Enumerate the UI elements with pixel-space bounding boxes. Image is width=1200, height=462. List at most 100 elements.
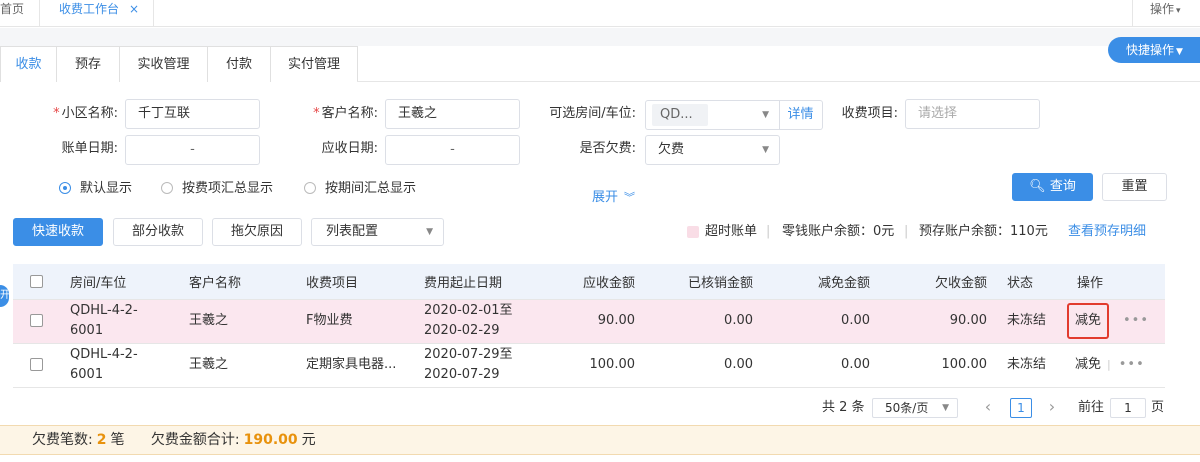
arrears-count: 2	[96, 432, 107, 448]
written-off-cell: 0.00	[645, 343, 763, 388]
radio-dot	[161, 182, 173, 194]
change-balance: 零钱账户余额：0元	[782, 224, 895, 239]
column-header: 客户名称	[179, 264, 296, 300]
discount-button[interactable]: 减免	[1075, 313, 1101, 328]
arrears-label: 是否欠费:	[579, 141, 636, 156]
status-cell: 未冻结	[997, 343, 1067, 388]
arrears-summary-bar: 欠费笔数: 2 笔 欠费金额合计: 190.00 元	[0, 425, 1200, 455]
arrears-count-unit: 笔	[110, 432, 125, 448]
bill-date-label: 账单日期:	[61, 141, 118, 156]
operations-dropdown[interactable]: 操作 ▾	[1132, 0, 1200, 27]
tab-fee-workbench[interactable]: 收费工作台 ×	[40, 0, 154, 27]
prestore-balance: 预存账户余额：110元	[919, 224, 1048, 239]
select-all-checkbox[interactable]	[13, 264, 60, 300]
column-header: 减免金额	[763, 264, 880, 300]
prev-page-icon[interactable]: ‹	[976, 398, 1000, 418]
tab-prestore[interactable]: 预存	[56, 46, 120, 82]
tab-home[interactable]: 首页	[0, 0, 40, 27]
next-page-icon[interactable]: ›	[1040, 398, 1064, 418]
column-header: 操作	[1067, 264, 1165, 300]
column-header: 已核销金额	[645, 264, 763, 300]
total-count: 共 2 条	[822, 400, 865, 415]
column-header: 收费项目	[296, 264, 414, 300]
discount-cell: 0.00	[763, 299, 880, 344]
arrears-select[interactable]: 欠费 ▼	[645, 135, 780, 165]
receivable-cell: 90.00	[537, 299, 645, 344]
tab-payment[interactable]: 付款	[207, 46, 271, 82]
period-cell: 2020-07-29至2020-07-29	[414, 343, 537, 388]
radio-dot	[59, 182, 71, 194]
customer-input[interactable]: 王羲之	[385, 99, 520, 129]
room-tag: QD...	[652, 104, 708, 126]
period-cell: 2020-02-01至2020-02-29	[414, 299, 537, 344]
goto-page-input[interactable]: 1	[1110, 398, 1146, 418]
column-config-select[interactable]: 列表配置 ▼	[311, 218, 444, 246]
table-row[interactable]: QDHL-4-2-6001 王羲之 F物业费 2020-02-01至2020-0…	[13, 299, 1165, 344]
bill-date-range[interactable]: -	[125, 135, 260, 165]
community-label: * 小区名称:	[53, 106, 118, 121]
radio-dot	[304, 182, 316, 194]
tab-receipt-management[interactable]: 实收管理	[119, 46, 208, 82]
side-expand-tab[interactable]: 开	[0, 285, 9, 307]
quick-operations-button[interactable]: 快捷操作 ▼	[1108, 37, 1200, 63]
radio-default-display[interactable]: 默认显示	[59, 180, 132, 198]
radio-by-period[interactable]: 按期间汇总显示	[304, 180, 416, 198]
operations-cell: 减免 | •••	[1067, 343, 1165, 388]
customer-cell: 王羲之	[179, 343, 296, 388]
arrears-reason-button[interactable]: 拖欠原因	[212, 218, 302, 246]
more-icon[interactable]: •••	[1123, 313, 1149, 328]
row-checkbox[interactable]	[13, 299, 60, 344]
page-1-button[interactable]: 1	[1010, 398, 1032, 418]
arrears-amount: 190.00	[243, 432, 298, 448]
divider: |	[1107, 358, 1111, 371]
view-prestore-link[interactable]: 查看预存明细	[1068, 224, 1146, 240]
column-header: 状态	[997, 264, 1067, 300]
community-input[interactable]: 千丁互联	[125, 99, 260, 129]
table-row[interactable]: QDHL-4-2-6001 王羲之 定期家具电器... 2020-07-29至2…	[13, 343, 1165, 388]
partial-collect-button[interactable]: 部分收款	[113, 218, 203, 246]
due-date-label: 应收日期:	[321, 141, 378, 156]
caret-down-icon: ▼	[762, 145, 769, 155]
caret-down-icon: ▼	[762, 110, 769, 120]
quick-operations-label: 快捷操作	[1126, 43, 1175, 57]
written-off-cell: 0.00	[645, 299, 763, 344]
room-link[interactable]: QDHL-4-2-6001	[60, 299, 179, 344]
query-button[interactable]: 🔍︎ 查询	[1012, 173, 1093, 201]
due-date-range[interactable]: -	[385, 135, 520, 165]
arrears-amount-label: 欠费金额合计:	[150, 432, 240, 448]
detail-button[interactable]: 详情	[779, 100, 823, 130]
radio-by-fee-item[interactable]: 按费项汇总显示	[161, 180, 273, 198]
customer-cell: 王羲之	[179, 299, 296, 344]
fee-item-select[interactable]: 请选择	[905, 99, 1040, 129]
operations-label: 操作	[1150, 2, 1175, 16]
column-header: 房间/车位	[60, 264, 179, 300]
room-select[interactable]: QD... ▼	[645, 100, 780, 130]
header-spacer	[0, 28, 1200, 46]
caret-down-icon: ▼	[942, 403, 949, 413]
search-icon: 🔍︎	[1029, 179, 1046, 194]
overtime-legend-swatch	[687, 226, 699, 238]
page-unit-label: 页	[1151, 400, 1165, 415]
row-checkbox[interactable]	[13, 343, 60, 388]
reset-button[interactable]: 重置	[1102, 173, 1167, 201]
close-icon[interactable]: ×	[129, 0, 139, 18]
discount-button[interactable]: 减免	[1075, 357, 1101, 372]
quick-collect-button[interactable]: 快速收款	[13, 218, 103, 246]
caret-down-icon: ▼	[426, 227, 433, 237]
expand-toggle[interactable]: 展开 ︾	[592, 186, 635, 205]
discount-cell: 0.00	[763, 343, 880, 388]
tab-payment-management[interactable]: 实付管理	[270, 46, 358, 82]
table-header-row: 房间/车位 客户名称 收费项目 费用起止日期 应收金额 已核销金额 减免金额 欠…	[13, 264, 1165, 300]
overtime-legend-label: 超时账单	[705, 224, 758, 239]
arrears-count-label: 欠费笔数:	[32, 432, 93, 448]
customer-label: * 客户名称:	[313, 106, 378, 121]
bill-table: 房间/车位 客户名称 收费项目 费用起止日期 应收金额 已核销金额 减免金额 欠…	[13, 264, 1165, 388]
more-icon[interactable]: •••	[1119, 357, 1145, 372]
owed-cell: 100.00	[880, 343, 997, 388]
tab-collect[interactable]: 收款	[0, 46, 57, 82]
room-link[interactable]: QDHL-4-2-6001	[60, 343, 179, 388]
divider: |	[766, 224, 771, 239]
fee-item-cell: 定期家具电器...	[296, 343, 414, 388]
column-header: 应收金额	[537, 264, 645, 300]
page-size-select[interactable]: 50条/页 ▼	[872, 398, 958, 418]
